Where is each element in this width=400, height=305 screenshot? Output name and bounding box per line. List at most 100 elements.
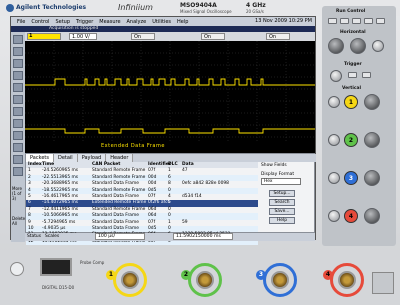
label-icon[interactable] <box>13 155 23 164</box>
channel-3-key[interactable]: 3 <box>344 171 358 185</box>
digital-input-label: DIGITAL D15-D0 <box>42 285 75 290</box>
status-bar: Status Scales 100 µs/ 11.5902150000 ms <box>25 233 315 241</box>
timebase-field[interactable]: 100 µs/ <box>95 233 145 240</box>
clear-button[interactable] <box>364 18 373 24</box>
acquisition-status: Acquisition is stopped <box>49 26 99 31</box>
channel-1-input[interactable] <box>121 271 139 289</box>
save-button[interactable]: Save... <box>269 208 295 215</box>
pointer-icon[interactable] <box>13 35 23 44</box>
trigger-label: Trigger <box>344 62 362 67</box>
decode-frame-label: Extended Data Frame <box>101 143 165 149</box>
ch2-offset-knob[interactable] <box>328 134 340 146</box>
channel-4-on[interactable]: On <box>266 33 290 40</box>
ch4-scale-knob[interactable] <box>364 208 380 224</box>
product-name: Infiniium <box>118 3 153 12</box>
channel-2-input-label: 2 <box>181 270 191 280</box>
menu-help[interactable]: Help <box>177 19 188 25</box>
serial-decode-bus <box>25 142 315 152</box>
packet-lister: Packets Detail Payload Header Index Time… <box>25 153 316 246</box>
delay-field[interactable]: 11.5902150000 ms <box>173 233 233 240</box>
display-format-label: Display Format <box>261 172 295 177</box>
horizontal-label: Horizontal <box>340 30 366 35</box>
channel-1-trace <box>25 78 315 86</box>
channel-1-label: 1 <box>29 33 33 39</box>
channel-2-input[interactable] <box>196 271 214 289</box>
measure-icon[interactable] <box>13 71 23 80</box>
channel-3-input[interactable] <box>271 271 289 289</box>
tab-scales[interactable]: Scales <box>45 234 59 239</box>
mask-icon[interactable] <box>13 131 23 140</box>
channel-1-key[interactable]: 1 <box>344 95 358 109</box>
channel-2-on[interactable]: On <box>131 33 155 40</box>
settings-icon[interactable] <box>13 167 23 176</box>
channel-4-input[interactable] <box>338 271 356 289</box>
single-button[interactable] <box>352 18 361 24</box>
search-button[interactable]: Search <box>269 199 295 206</box>
ch2-scale-knob[interactable] <box>364 132 380 148</box>
menu-trigger[interactable]: Trigger <box>76 19 93 25</box>
channel-1-input-label: 1 <box>106 270 116 280</box>
trigger-mode-button[interactable] <box>348 72 357 78</box>
trigger-sweep-button[interactable] <box>362 72 371 78</box>
model-name: MSO9404A <box>180 2 217 9</box>
serial-decode-icon[interactable] <box>13 95 23 104</box>
tab-packets[interactable]: Packets <box>26 154 54 162</box>
ch3-offset-knob[interactable] <box>328 172 340 184</box>
more-softkey[interactable]: More (1 of 3) <box>12 186 25 201</box>
vertical-label: Vertical <box>342 86 361 91</box>
bandwidth-spec: 4 GHz <box>246 2 266 9</box>
ch1-scale-knob[interactable] <box>364 94 380 110</box>
channel-1-scale[interactable]: 1.00 V/ <box>69 33 97 40</box>
lister-tabs: Packets Detail Payload Header <box>26 154 316 162</box>
tab-header[interactable]: Header <box>106 154 134 162</box>
tab-payload[interactable]: Payload <box>77 154 107 162</box>
tab-status[interactable]: Status <box>27 234 41 239</box>
sample-rate-spec: 20 GSa/s <box>246 9 264 14</box>
menu-analyze[interactable]: Analyze <box>127 19 147 25</box>
ch1-offset-knob[interactable] <box>328 96 340 108</box>
usb-port[interactable] <box>372 272 394 294</box>
display-format-select[interactable]: Hex <box>261 178 301 185</box>
menu-file[interactable]: File <box>17 19 25 25</box>
waveform-area[interactable] <box>25 41 315 142</box>
left-toolbar <box>11 32 25 182</box>
channel-4-key[interactable]: 4 <box>344 209 358 223</box>
delete-all-softkey[interactable]: Delete All <box>12 216 25 226</box>
menu-utilities[interactable]: Utilities <box>152 19 171 25</box>
run-button[interactable] <box>328 18 337 24</box>
scope-display: File Control Setup Trigger Measure Analy… <box>10 16 316 246</box>
lister-options: Show Fields Display Format Hex Setup... … <box>261 162 315 232</box>
zoom-icon[interactable] <box>13 47 23 56</box>
show-fields-checkbox[interactable]: Show Fields <box>261 163 287 168</box>
horizontal-scale-knob[interactable] <box>328 38 344 54</box>
menu-measure[interactable]: Measure <box>99 19 120 25</box>
histogram-icon[interactable] <box>13 119 23 128</box>
stop-button[interactable] <box>340 18 349 24</box>
ch3-scale-knob[interactable] <box>364 170 380 186</box>
trigger-level-knob[interactable] <box>330 70 342 82</box>
ch4-offset-knob[interactable] <box>328 210 340 222</box>
brand-name: Agilent Technologies <box>16 4 87 11</box>
channel-2-key[interactable]: 2 <box>344 133 358 147</box>
digital-input-connector[interactable] <box>40 258 72 276</box>
channel-3-input-label: 3 <box>256 270 266 280</box>
zoom-knob[interactable] <box>372 40 384 52</box>
channel-3-on[interactable]: On <box>201 33 225 40</box>
date-time: 13 Nov 2009 10:29 PM <box>255 18 312 24</box>
tab-detail[interactable]: Detail <box>53 154 78 162</box>
math-icon[interactable] <box>13 83 23 92</box>
menu-setup[interactable]: Setup <box>55 19 70 25</box>
autoscale-button[interactable] <box>376 18 385 24</box>
probe-comp-label: Probe Comp <box>80 260 105 265</box>
softkey-panel: More (1 of 3) Delete All <box>11 182 25 242</box>
help-button[interactable]: Help <box>269 217 295 224</box>
agilent-logo-icon <box>6 4 14 12</box>
waveform-icon[interactable] <box>13 107 23 116</box>
marker-icon[interactable] <box>13 59 23 68</box>
setup-button[interactable]: Setup... <box>269 190 295 197</box>
trigger-icon[interactable] <box>13 143 23 152</box>
menu-bar: File Control Setup Trigger Measure Analy… <box>11 17 315 26</box>
horizontal-position-knob[interactable] <box>350 38 366 54</box>
menu-control[interactable]: Control <box>31 19 49 25</box>
power-button[interactable] <box>10 262 24 276</box>
